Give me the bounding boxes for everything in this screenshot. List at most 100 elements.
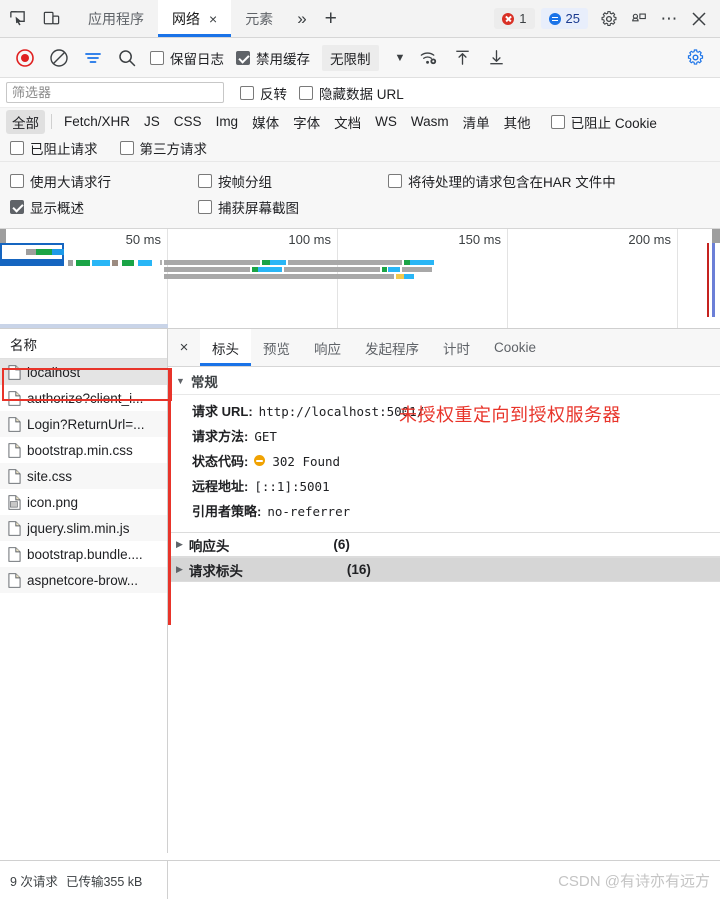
network-conditions-icon[interactable] bbox=[411, 43, 445, 73]
settings-gear-icon[interactable] bbox=[594, 10, 624, 28]
filter-type-media[interactable]: 媒体 bbox=[246, 110, 285, 134]
show-overview-checkbox[interactable]: 显示概述 bbox=[10, 197, 198, 217]
options-row-1: 使用大请求行 按帧分组 将待处理的请求包含在HAR 文件中 bbox=[0, 168, 720, 194]
field-value: no-referrer bbox=[267, 504, 351, 519]
filter-type-font[interactable]: 字体 bbox=[287, 110, 326, 134]
big-request-rows-checkbox[interactable]: 使用大请求行 bbox=[10, 171, 198, 191]
document-icon bbox=[8, 390, 21, 406]
inspect-element-icon[interactable] bbox=[0, 0, 34, 37]
clear-button[interactable] bbox=[42, 43, 76, 73]
document-icon bbox=[8, 468, 21, 484]
har-pending-label: 将待处理的请求包含在HAR 文件中 bbox=[408, 175, 616, 190]
filter-type-ws[interactable]: WS bbox=[369, 112, 403, 131]
tab-cookies[interactable]: Cookie bbox=[482, 329, 548, 366]
tab-application[interactable]: 应用程序 bbox=[74, 0, 158, 37]
filter-type-all[interactable]: 全部 bbox=[6, 109, 45, 134]
throttle-select[interactable]: 无限制 bbox=[322, 44, 379, 71]
triangle-right-icon: ▶ bbox=[176, 539, 183, 549]
list-item[interactable]: authorize?client_i... bbox=[0, 385, 167, 411]
overview-selection-bar[interactable] bbox=[0, 259, 64, 266]
list-item[interactable]: localhost bbox=[0, 359, 167, 385]
transferred-text: 已传输355 kB bbox=[65, 874, 143, 889]
response-headers-section[interactable]: ▶ 响应头 (6) bbox=[168, 532, 720, 557]
list-item[interactable]: site.css bbox=[0, 463, 167, 489]
list-item[interactable]: aspnetcore-brow... bbox=[0, 567, 167, 593]
filter-type-fetch-xhr[interactable]: Fetch/XHR bbox=[58, 112, 136, 131]
document-icon bbox=[8, 442, 21, 458]
tab-headers[interactable]: 标头 bbox=[200, 329, 251, 366]
filter-type-manifest[interactable]: 清单 bbox=[457, 110, 496, 134]
search-icon[interactable] bbox=[110, 43, 144, 73]
message-count-badge[interactable]: 25 bbox=[540, 8, 588, 29]
import-har-icon[interactable] bbox=[445, 43, 479, 73]
chevron-down-icon[interactable]: ▼ bbox=[389, 52, 412, 64]
hide-data-urls-checkbox[interactable]: 隐藏数据 URL bbox=[293, 83, 410, 103]
waterfall-bar bbox=[382, 267, 387, 272]
field-label: 引用者策略: bbox=[192, 504, 262, 519]
list-item[interactable]: icon.png bbox=[0, 489, 167, 515]
third-party-requests-checkbox[interactable]: 第三方请求 bbox=[114, 138, 214, 158]
list-item[interactable]: bootstrap.min.css bbox=[0, 437, 167, 463]
network-options-bar: 使用大请求行 按帧分组 将待处理的请求包含在HAR 文件中 显示概述 捕获屏幕截… bbox=[0, 162, 720, 229]
overview-scrollbar[interactable] bbox=[0, 324, 168, 328]
new-tab-plus-icon[interactable]: + bbox=[317, 0, 345, 37]
filter-input[interactable] bbox=[6, 82, 224, 103]
request-headers-section[interactable]: ▶ 请求标头 (16) bbox=[168, 557, 720, 582]
list-item[interactable]: Login?ReturnUrl=... bbox=[0, 411, 167, 437]
tab-initiator[interactable]: 发起程序 bbox=[353, 329, 431, 366]
close-icon[interactable]: × bbox=[209, 12, 217, 26]
field-label: 远程地址: bbox=[192, 479, 249, 494]
capture-screenshots-checkbox[interactable]: 捕获屏幕截图 bbox=[198, 197, 388, 217]
overview-right-handle[interactable] bbox=[712, 229, 720, 243]
blocked-cookies-checkbox[interactable]: 已阻止 Cookie bbox=[545, 112, 663, 132]
filter-type-img[interactable]: Img bbox=[210, 112, 245, 131]
tab-network[interactable]: 网络 × bbox=[158, 0, 232, 37]
network-settings-gear-icon[interactable] bbox=[678, 43, 712, 73]
more-options-icon[interactable]: ⋯ bbox=[654, 9, 684, 29]
tab-preview[interactable]: 预览 bbox=[251, 329, 302, 366]
checkbox-box bbox=[299, 85, 313, 100]
group-by-frame-label: 按帧分组 bbox=[218, 175, 272, 190]
request-headers-label: 请求标头 bbox=[188, 563, 243, 579]
waterfall-bar bbox=[26, 249, 36, 255]
preserve-log-checkbox[interactable]: 保留日志 bbox=[144, 48, 230, 68]
general-section-header[interactable]: ▼ 常规 bbox=[168, 367, 720, 395]
invert-checkbox[interactable]: 反转 bbox=[234, 83, 293, 103]
group-by-frame-checkbox[interactable]: 按帧分组 bbox=[198, 171, 388, 191]
list-item[interactable]: bootstrap.bundle.... bbox=[0, 541, 167, 567]
tab-timing[interactable]: 计时 bbox=[431, 329, 482, 366]
har-pending-checkbox[interactable]: 将待处理的请求包含在HAR 文件中 bbox=[388, 171, 720, 191]
network-toolbar: 保留日志 禁用缓存 无限制 ▼ bbox=[0, 38, 720, 78]
request-name: localhost bbox=[27, 364, 81, 380]
status-badge bbox=[254, 455, 266, 466]
record-button[interactable] bbox=[8, 43, 42, 73]
options-col-1: 显示概述 bbox=[0, 197, 198, 217]
waterfall-bar bbox=[160, 260, 162, 265]
network-overview-timeline[interactable]: 50 ms 100 ms 150 ms 200 ms bbox=[0, 229, 720, 329]
more-tabs-chevron-icon[interactable]: » bbox=[287, 0, 316, 37]
close-details-icon[interactable]: × bbox=[168, 329, 200, 366]
options-col-1: 使用大请求行 bbox=[0, 171, 198, 191]
error-count-badge[interactable]: 1 bbox=[494, 8, 535, 29]
list-item[interactable]: jquery.slim.min.js bbox=[0, 515, 167, 541]
tab-elements[interactable]: 元素 bbox=[231, 0, 287, 37]
triangle-right-icon: ▶ bbox=[176, 564, 183, 574]
error-count: 1 bbox=[519, 11, 527, 26]
disable-cache-checkbox[interactable]: 禁用缓存 bbox=[230, 48, 316, 68]
big-request-rows-label: 使用大请求行 bbox=[30, 175, 111, 190]
filter-type-wasm[interactable]: Wasm bbox=[405, 112, 455, 131]
close-devtools-icon[interactable] bbox=[684, 11, 714, 27]
tab-response[interactable]: 响应 bbox=[302, 329, 353, 366]
export-har-icon[interactable] bbox=[479, 43, 513, 73]
filter-type-js[interactable]: JS bbox=[138, 112, 166, 131]
blocked-requests-checkbox[interactable]: 已阻止请求 bbox=[8, 138, 104, 158]
waterfall-bar bbox=[112, 260, 118, 266]
remote-address-row: 远程地址: [::1]:5001 bbox=[168, 474, 720, 499]
request-method-row: 请求方法: GET bbox=[168, 424, 720, 449]
device-toolbar-icon[interactable] bbox=[34, 0, 68, 37]
filter-icon[interactable] bbox=[76, 43, 110, 73]
filter-type-css[interactable]: CSS bbox=[168, 112, 208, 131]
dock-position-icon[interactable] bbox=[624, 10, 654, 28]
filter-type-doc[interactable]: 文档 bbox=[328, 110, 367, 134]
filter-type-other[interactable]: 其他 bbox=[498, 110, 537, 134]
